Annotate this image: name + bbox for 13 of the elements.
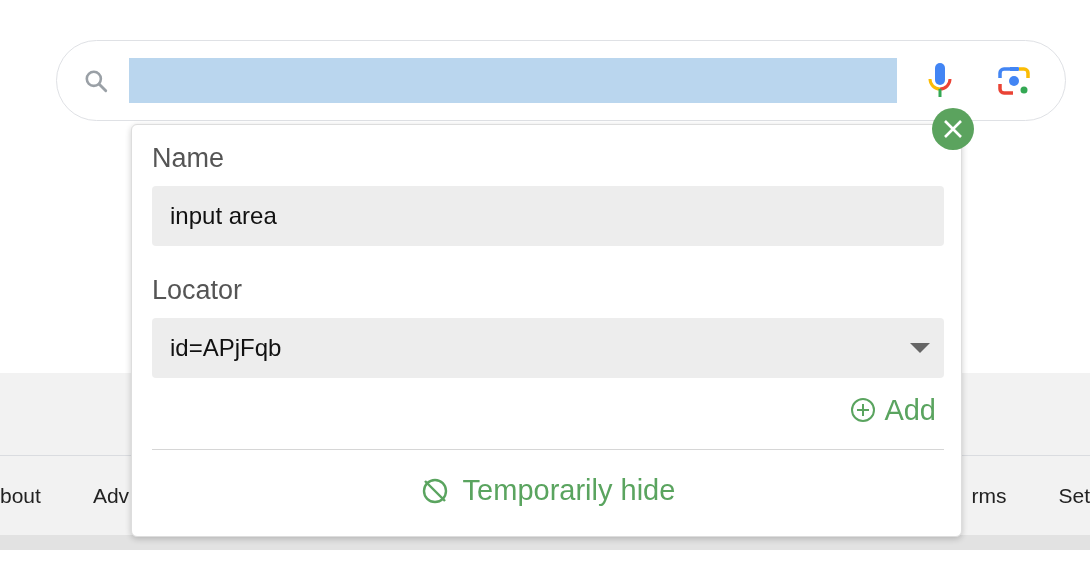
- footer-link[interactable]: rms: [971, 483, 1007, 508]
- hide-icon: [420, 476, 449, 505]
- field-label: Locator: [152, 275, 244, 307]
- footer-link[interactable]: Set: [1058, 483, 1090, 508]
- close-button[interactable]: [932, 108, 974, 150]
- field-label: Name: [152, 143, 226, 175]
- locator-dropdown[interactable]: id=APjFqb: [152, 318, 944, 378]
- footer-link[interactable]: bout: [0, 483, 41, 508]
- caret-icon: [910, 343, 930, 353]
- footer-link[interactable]: Adv: [92, 483, 130, 508]
- plus-circle-icon: [850, 397, 877, 423]
- name-field[interactable]: input area: [152, 186, 944, 246]
- close-icon: [943, 119, 963, 139]
